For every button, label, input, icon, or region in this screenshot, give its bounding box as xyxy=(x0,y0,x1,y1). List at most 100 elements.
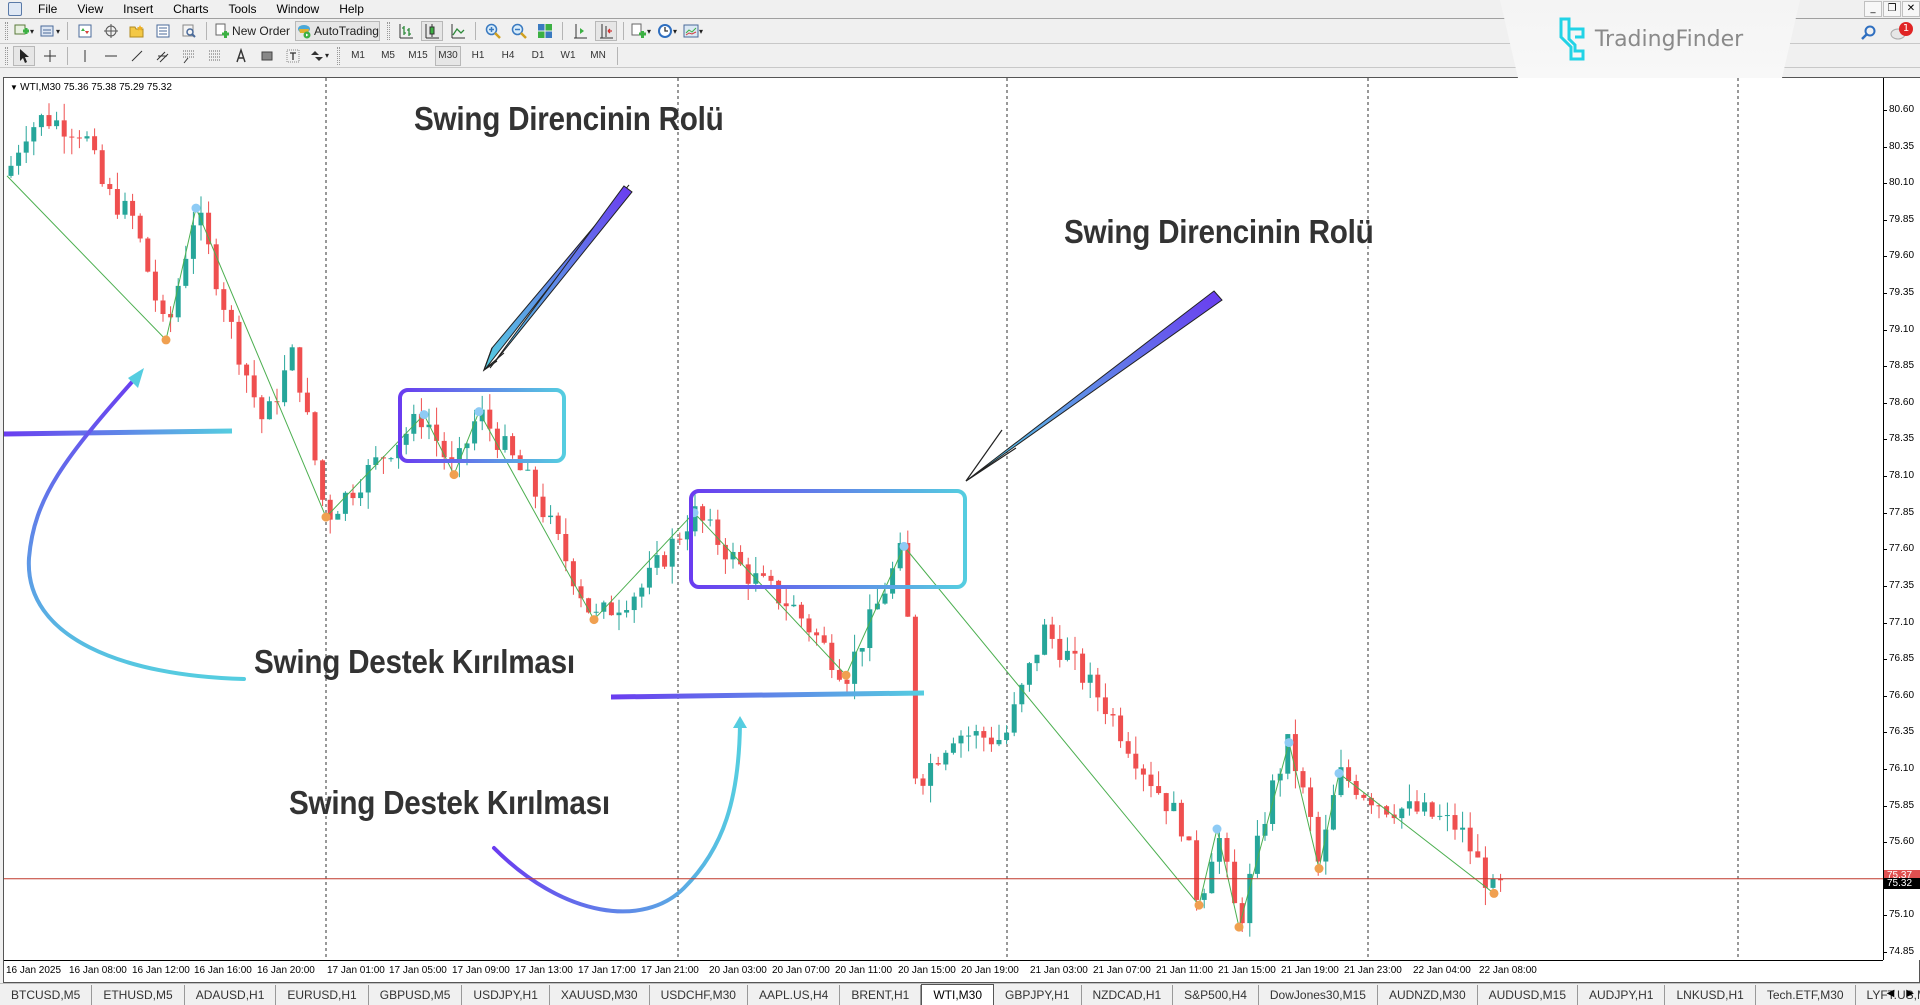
toolbar-grip[interactable] xyxy=(5,22,8,40)
chart-tab[interactable]: XAUUSD,M30 xyxy=(550,985,650,1005)
text-tool[interactable] xyxy=(230,46,252,66)
chart-tab[interactable]: AUDNZD,M30 xyxy=(1378,985,1478,1005)
curved-arrow-1[interactable] xyxy=(26,371,246,681)
time-axis[interactable]: 16 Jan 2025 16 Jan 08:00 16 Jan 12:00 16 Ja… xyxy=(4,960,1883,982)
candle xyxy=(61,103,67,154)
timeframe-m5[interactable]: M5 xyxy=(375,46,401,66)
fibo-retracement-tool[interactable] xyxy=(178,46,200,66)
timeframe-h4[interactable]: H4 xyxy=(495,46,521,66)
chart-tab[interactable]: LNKUSD,H1 xyxy=(1665,985,1756,1005)
candle-body xyxy=(836,670,842,680)
chart-tab[interactable]: WTI,M30 xyxy=(921,984,995,1005)
rectangle-tool[interactable] xyxy=(256,46,278,66)
timeframe-w1[interactable]: W1 xyxy=(555,46,581,66)
menu-view[interactable]: View xyxy=(67,2,113,16)
minimize-button[interactable]: _ xyxy=(1864,1,1882,17)
search-icon[interactable] xyxy=(1860,25,1876,41)
close-button[interactable]: ✕ xyxy=(1902,1,1920,17)
timeframe-m1[interactable]: M1 xyxy=(345,46,371,66)
chart-tab[interactable]: DowJones30,M15 xyxy=(1259,985,1378,1005)
chart-window[interactable]: ▼ WTI,M30 75.36 75.38 75.29 75.32 Swing xyxy=(3,77,1920,983)
chart-tab[interactable]: GBPUSD,M5 xyxy=(369,985,463,1005)
indicators-button[interactable]: ▾ xyxy=(630,21,652,41)
templates-button[interactable]: ▾ xyxy=(682,21,704,41)
swing-high-marker xyxy=(474,407,484,417)
chart-tab[interactable]: S&P500,H4 xyxy=(1173,985,1259,1005)
menu-charts[interactable]: Charts xyxy=(163,2,218,16)
timeframe-h1[interactable]: H1 xyxy=(465,46,491,66)
candle xyxy=(259,395,265,434)
resistance-zone-box-2[interactable] xyxy=(689,489,967,589)
candle-body xyxy=(365,464,371,493)
new-order-button[interactable]: New Order xyxy=(213,21,291,41)
candlestick-chart-button[interactable] xyxy=(420,21,443,41)
timeframe-m15[interactable]: M15 xyxy=(405,46,431,66)
chart-tab[interactable]: BTCUSD,M5 xyxy=(0,985,93,1005)
toolbar-grip[interactable] xyxy=(386,22,390,40)
support-level-line-1[interactable] xyxy=(4,428,233,437)
candle-body xyxy=(867,609,873,649)
arrow-to-box-2[interactable] xyxy=(965,290,1223,482)
fibo-expansion-tool[interactable] xyxy=(204,46,226,66)
text-label-tool[interactable] xyxy=(282,46,304,66)
equidistant-channel-tool[interactable] xyxy=(152,46,174,66)
market-watch-button[interactable] xyxy=(74,21,96,41)
chart-tab[interactable]: Tech.ETF,M30 xyxy=(1756,985,1856,1005)
chart-tab[interactable]: USDJPY,H1 xyxy=(462,985,550,1005)
bar-chart-button[interactable] xyxy=(395,21,417,41)
chart-tab[interactable]: ADAUSD,H1 xyxy=(185,985,277,1005)
trendline-tool[interactable] xyxy=(126,46,148,66)
menu-insert[interactable]: Insert xyxy=(113,2,163,16)
vertical-line-tool[interactable] xyxy=(74,46,96,66)
menu-help[interactable]: Help xyxy=(329,2,374,16)
crosshair-tool[interactable] xyxy=(39,46,61,66)
timeframe-d1[interactable]: D1 xyxy=(525,46,551,66)
tab-scroll-left-icon[interactable]: ◀ xyxy=(1887,988,1895,999)
chart-tab[interactable]: EURUSD,H1 xyxy=(276,985,369,1005)
candle-body xyxy=(1125,741,1131,754)
navigator-button[interactable] xyxy=(126,21,148,41)
candle-body xyxy=(183,258,189,286)
menu-tools[interactable]: Tools xyxy=(219,2,267,16)
chart-tab[interactable]: AAPL.US,H4 xyxy=(748,985,841,1005)
restore-button[interactable]: ❐ xyxy=(1883,1,1901,17)
price-axis[interactable]: 80.60 80.35 80.10 79.85 79.60 79.35 79.10 78.85… xyxy=(1883,78,1920,960)
timeframe-mn[interactable]: MN xyxy=(585,46,611,66)
toolbar-grip[interactable] xyxy=(5,46,8,65)
text-icon xyxy=(236,47,246,62)
chart-tab[interactable]: ETHUSD,M5 xyxy=(92,985,185,1005)
arrows-tool[interactable]: ▾ xyxy=(308,46,330,66)
new-chart-button[interactable]: ▾ xyxy=(13,21,35,41)
data-window-button[interactable] xyxy=(100,21,122,41)
chart-tab[interactable]: AUDUSD,M15 xyxy=(1478,985,1578,1005)
tab-scroll-right-icon[interactable]: ▶ xyxy=(1906,988,1914,999)
zoom-out-button[interactable] xyxy=(508,21,530,41)
periods-button[interactable]: ▾ xyxy=(656,21,678,41)
line-chart-button[interactable] xyxy=(447,21,469,41)
strategy-tester-button[interactable] xyxy=(178,21,200,41)
autoscroll-button[interactable] xyxy=(594,21,617,41)
candlestick-icon xyxy=(425,24,439,39)
terminal-button[interactable] xyxy=(152,21,174,41)
autotrading-button[interactable]: AutoTrading xyxy=(295,21,380,41)
chart-tab[interactable]: GBPJPY,H1 xyxy=(994,985,1082,1005)
chart-tab[interactable]: USDCHF,M30 xyxy=(650,985,748,1005)
zoom-in-button[interactable] xyxy=(482,21,504,41)
price-chart[interactable] xyxy=(4,78,1883,960)
cursor-tool[interactable] xyxy=(13,45,35,66)
profiles-button[interactable]: ▾ xyxy=(39,21,61,41)
chart-tab[interactable]: NZDCAD,H1 xyxy=(1082,985,1174,1005)
timeframe-m30[interactable]: M30 xyxy=(435,45,462,66)
tile-windows-button[interactable] xyxy=(534,21,556,41)
messages-button[interactable]: 1 xyxy=(1890,22,1913,42)
candle xyxy=(1087,662,1093,699)
candle-body xyxy=(1232,861,1238,904)
menu-window[interactable]: Window xyxy=(267,2,330,16)
horizontal-line-tool[interactable] xyxy=(100,46,122,66)
toolbar-grip[interactable] xyxy=(337,46,341,65)
chart-tab[interactable]: AUDJPY,H1 xyxy=(1578,985,1666,1005)
chart-tab[interactable]: BRENT,H1 xyxy=(840,985,922,1005)
chart-shift-button[interactable] xyxy=(569,21,591,41)
support-level-line-2[interactable] xyxy=(610,690,925,700)
menu-file[interactable]: File xyxy=(28,2,67,16)
